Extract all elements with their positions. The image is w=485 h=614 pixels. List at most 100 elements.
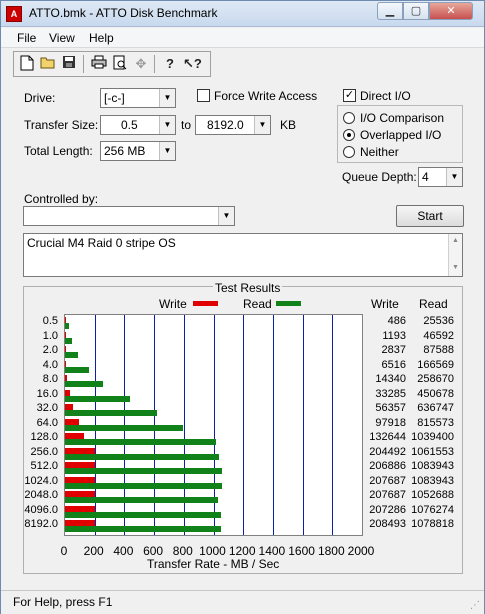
x-tick-label: 800 (172, 544, 193, 558)
move-icon[interactable]: ✥ (131, 54, 151, 74)
open-icon[interactable] (38, 54, 58, 74)
write-value: 206886 (369, 460, 406, 472)
print-preview-icon[interactable] (110, 54, 130, 74)
start-button[interactable]: Start (396, 205, 464, 227)
block-size-label: 16.0 (36, 387, 58, 400)
description-scrollbar[interactable]: ▲ ▼ (448, 234, 462, 276)
direct-io-checkbox[interactable]: ✓ (343, 89, 356, 102)
chevron-down-icon: ▼ (159, 116, 175, 134)
scroll-down-icon[interactable]: ▼ (452, 264, 459, 271)
minimize-button[interactable]: ▁ (377, 2, 403, 20)
chevron-down-icon: ▼ (254, 116, 270, 134)
description-text: Crucial M4 Raid 0 stripe OS (27, 236, 176, 250)
write-value: 97918 (375, 416, 406, 429)
save-icon[interactable] (59, 54, 79, 74)
write-column-header: Write (371, 297, 399, 311)
block-size-label: 4096.0 (24, 503, 58, 516)
io-comparison-label: I/O Comparison (360, 111, 445, 125)
read-bar (65, 482, 223, 489)
x-tick-label: 1600 (288, 544, 315, 558)
chevron-down-icon: ▼ (218, 207, 234, 225)
read-bar (65, 366, 90, 373)
read-value: 450678 (417, 387, 454, 400)
write-value: 1193 (382, 329, 406, 342)
maximize-button[interactable]: ▢ (403, 2, 429, 20)
print-icon[interactable] (89, 54, 109, 74)
block-size-label: 128.0 (30, 431, 58, 443)
queue-depth-value: 4 (422, 170, 429, 184)
atto-window: A ATTO.bmk - ATTO Disk Benchmark ▁ ▢ ✕ F… (0, 0, 485, 614)
read-value: 1061553 (411, 445, 454, 458)
write-value: 207687 (369, 474, 406, 487)
block-size-label: 8.0 (42, 373, 58, 385)
controlled-by-select[interactable]: ▼ (23, 206, 235, 226)
block-size-label: 1024.0 (24, 474, 58, 487)
total-length-label: Total Length: (24, 144, 93, 158)
context-help-icon[interactable]: ↖? (182, 54, 202, 74)
read-value: 166569 (417, 358, 454, 371)
menu-view[interactable]: View (49, 31, 75, 45)
block-size-label: 32.0 (36, 402, 58, 414)
legend-write-label: Write (159, 297, 187, 311)
total-length-value: 256 MB (104, 144, 146, 158)
x-tick-label: 1000 (199, 544, 226, 558)
gridline (272, 315, 274, 535)
write-value: 14340 (375, 373, 406, 385)
write-value: 208493 (369, 518, 406, 530)
transfer-rate-plot (64, 314, 363, 536)
title-bar[interactable]: A ATTO.bmk - ATTO Disk Benchmark ▁ ▢ ✕ (1, 1, 484, 27)
write-value: 2837 (381, 344, 406, 356)
transfer-size-to-select[interactable]: 8192.0 ▼ (195, 115, 271, 135)
test-results-title: Test Results (213, 281, 283, 295)
read-bar (65, 337, 72, 344)
block-size-label: 2048.0 (24, 489, 58, 501)
read-value: 1052688 (411, 489, 454, 501)
block-size-label: 256.0 (30, 445, 58, 458)
queue-depth-select[interactable]: 4 ▼ (418, 167, 463, 187)
block-size-label: 0.5 (42, 315, 58, 327)
io-comparison-radio[interactable] (343, 112, 355, 124)
toolbar: ✥ ? ↖? (13, 51, 211, 77)
transfer-size-from-select[interactable]: 0.5 ▼ (100, 115, 176, 135)
chevron-down-icon: ▼ (446, 168, 462, 186)
new-icon[interactable] (17, 54, 37, 74)
drive-select[interactable]: [-c-] ▼ (100, 88, 176, 108)
total-length-select[interactable]: 256 MB ▼ (100, 141, 176, 161)
read-value: 1083943 (411, 474, 454, 487)
block-size-label: 4.0 (42, 358, 58, 371)
write-value: 132644 (369, 431, 406, 443)
menu-file[interactable]: File (17, 31, 36, 45)
block-size-label: 2.0 (42, 344, 58, 356)
overlapped-io-label: Overlapped I/O (360, 128, 442, 142)
x-tick-label: 1800 (317, 544, 345, 558)
block-size-label: 1.0 (42, 329, 58, 342)
help-icon[interactable]: ? (160, 54, 180, 74)
legend-read-swatch (276, 301, 301, 306)
x-tick-label: 200 (83, 544, 104, 558)
read-column-header: Read (419, 297, 448, 311)
close-button[interactable]: ✕ (429, 2, 473, 20)
neither-radio[interactable] (343, 146, 355, 158)
overlapped-io-radio[interactable] (343, 129, 355, 141)
controlled-by-label: Controlled by: (24, 192, 99, 206)
write-value: 6516 (381, 358, 406, 371)
status-text: For Help, press F1 (13, 595, 113, 609)
menu-help[interactable]: Help (89, 31, 114, 45)
x-tick-label: 1400 (258, 544, 286, 558)
resize-grip-icon[interactable]: ⋰ (470, 600, 480, 611)
description-textarea[interactable]: Crucial M4 Raid 0 stripe OS ▲ ▼ (23, 233, 463, 277)
x-tick-label: 600 (143, 544, 164, 558)
read-bar (65, 468, 223, 474)
read-bar (65, 395, 131, 402)
force-write-label: Force Write Access (214, 89, 318, 103)
scroll-up-icon[interactable]: ▲ (452, 237, 459, 244)
write-value: 204492 (369, 445, 406, 458)
chevron-down-icon: ▼ (159, 142, 175, 160)
force-write-checkbox[interactable] (197, 89, 210, 102)
write-value: 207687 (369, 489, 406, 501)
neither-label: Neither (360, 145, 399, 159)
read-value: 815573 (417, 416, 454, 429)
read-value: 1039400 (411, 431, 454, 443)
block-size-label: 512.0 (30, 460, 58, 472)
read-bar (65, 439, 216, 445)
